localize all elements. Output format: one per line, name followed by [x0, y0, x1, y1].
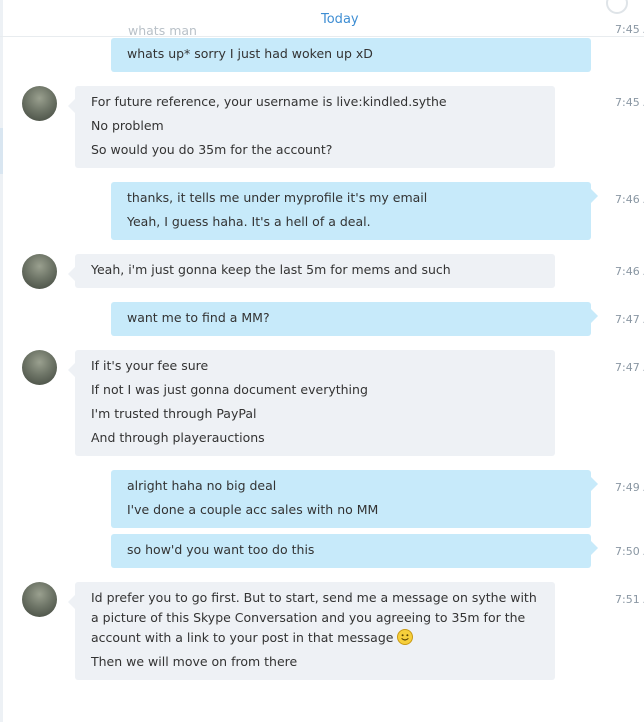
timestamp: 7:51 AM	[615, 593, 644, 606]
bubble-tail	[591, 541, 598, 555]
timestamp: 7:46 AM	[615, 193, 644, 206]
bubble-tail	[68, 267, 75, 281]
message-text: So would you do 35m for the account?	[91, 142, 333, 157]
message-text: whats up* sorry I just had woken up xD	[127, 46, 373, 61]
message-outgoing[interactable]: thanks, it tells me under myprofile it's…	[111, 182, 598, 240]
message-text: I'm trusted through PayPal	[91, 406, 257, 421]
message-incoming[interactable]: If it's your fee sure If not I was just …	[68, 350, 555, 456]
message-outgoing[interactable]: so how'd you want too do this	[111, 534, 598, 568]
timestamp: 7:46 AM	[615, 265, 644, 278]
avatar[interactable]	[22, 86, 57, 121]
message-text: If not I was just gonna document everyth…	[91, 382, 368, 397]
message-text: No problem	[91, 118, 164, 133]
message-text: I've done a couple acc sales with no MM	[127, 502, 379, 517]
bubble-tail	[68, 99, 75, 113]
message-incoming[interactable]: Yeah, i'm just gonna keep the last 5m fo…	[68, 254, 555, 288]
message-text: Yeah, I guess haha. It's a hell of a dea…	[127, 214, 371, 229]
bubble-tail	[591, 309, 598, 323]
message-text: For future reference, your username is l…	[91, 94, 447, 109]
bubble-tail	[591, 477, 598, 491]
left-edge	[0, 0, 3, 722]
message-text: alright haha no big deal	[127, 478, 277, 493]
smile-emoji-icon	[397, 629, 414, 645]
timestamp: 7:49 AM	[615, 481, 644, 494]
timestamp: 7:47 AM	[615, 313, 644, 326]
message-text: Id prefer you to go first. But to start,…	[91, 590, 537, 645]
bubble-tail	[591, 189, 598, 203]
message-text: thanks, it tells me under myprofile it's…	[127, 190, 428, 205]
conversation-panel[interactable]: whats man Today whats up* sorry I just h…	[0, 0, 644, 722]
divider-line	[0, 36, 644, 37]
message-text: Yeah, i'm just gonna keep the last 5m fo…	[91, 262, 451, 277]
message-incoming[interactable]: Id prefer you to go first. But to start,…	[68, 582, 555, 680]
message-paragraph: Id prefer you to go first. But to start,…	[75, 588, 555, 648]
message-incoming[interactable]: For future reference, your username is l…	[68, 86, 555, 168]
message-outgoing[interactable]: alright haha no big deal I've done a cou…	[111, 470, 598, 528]
bubble-tail	[68, 595, 75, 609]
message-text: want me to find a MM?	[127, 310, 270, 325]
faded-previous-message: whats man	[128, 23, 197, 38]
message-text: If it's your fee sure	[91, 358, 209, 373]
timestamp: 7:45 AM	[615, 96, 644, 109]
message-text: so how'd you want too do this	[127, 542, 315, 557]
avatar[interactable]	[22, 254, 57, 289]
avatar[interactable]	[22, 582, 57, 617]
message-outgoing[interactable]: want me to find a MM?	[111, 302, 598, 336]
timestamp: 7:45 AM	[615, 23, 644, 36]
timestamp: 7:47 AM	[615, 361, 644, 374]
message-outgoing[interactable]: whats up* sorry I just had woken up xD	[111, 38, 591, 72]
message-text: And through playerauctions	[91, 430, 265, 445]
timestamp: 7:50 AM	[615, 545, 644, 558]
date-divider: Today	[319, 12, 361, 27]
top-right-icon[interactable]	[606, 0, 628, 14]
avatar[interactable]	[22, 350, 57, 385]
message-text: Then we will move on from there	[91, 654, 298, 669]
bubble-tail	[68, 363, 75, 377]
left-edge-marker	[0, 128, 3, 174]
